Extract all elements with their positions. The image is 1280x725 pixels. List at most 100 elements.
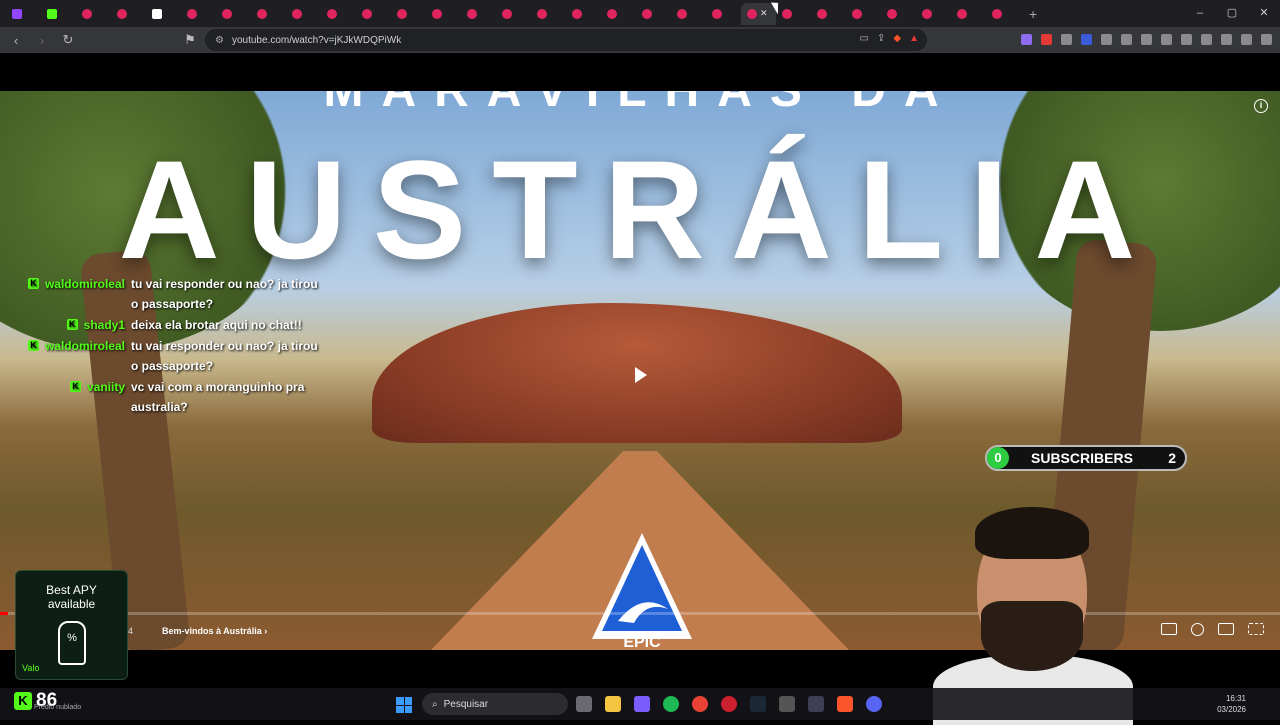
window-controls: – ▢ ✕ <box>1184 0 1280 27</box>
chat-text: vc vai com a moranguinho pra australia? <box>131 380 305 414</box>
close-window-button[interactable]: ✕ <box>1248 0 1280 27</box>
browser-tab[interactable] <box>251 3 286 25</box>
file-explorer-icon[interactable] <box>605 696 621 712</box>
back-arrow-icon[interactable]: ‹ <box>6 33 26 48</box>
browser-tab[interactable] <box>671 3 706 25</box>
app-grid-icon[interactable] <box>634 696 650 712</box>
browser-tab[interactable] <box>111 3 146 25</box>
discord-icon[interactable] <box>866 696 882 712</box>
steam-icon[interactable] <box>750 696 766 712</box>
youtube-favicon-icon <box>887 8 897 19</box>
browser-tab[interactable] <box>426 3 461 25</box>
browser-toolbar: ‹ › ↻ ⚑ ⚙ youtube.com/watch?v=jKJkWDQPiW… <box>0 27 1280 53</box>
leo-ai-icon[interactable] <box>1221 34 1232 45</box>
kick-badge-icon: K <box>69 381 81 392</box>
browser-tab[interactable] <box>41 3 76 25</box>
bookmark-icon[interactable]: ⚑ <box>180 32 200 48</box>
browser-tab[interactable] <box>531 3 566 25</box>
twitch-favicon-icon <box>12 8 22 19</box>
youtube-favicon-icon <box>502 8 512 19</box>
browser-tab[interactable] <box>391 3 426 25</box>
browser-tab[interactable] <box>566 3 601 25</box>
browser-tab[interactable] <box>461 3 496 25</box>
windows-start-icon[interactable] <box>396 697 412 713</box>
chrome-icon[interactable] <box>692 696 708 712</box>
browser-tab[interactable] <box>76 3 111 25</box>
taskbar-clock[interactable]: 16:31 03/2026 <box>1217 693 1246 715</box>
browser-tab[interactable] <box>356 3 391 25</box>
extension-icon[interactable] <box>1101 34 1112 45</box>
browser-tab[interactable] <box>951 3 986 25</box>
chapter-title[interactable]: Bem-vindos à Austrália › <box>162 626 267 636</box>
vpn-icon[interactable] <box>1241 34 1252 45</box>
browser-tab[interactable] <box>601 3 636 25</box>
browser-tab[interactable] <box>496 3 531 25</box>
opera-icon[interactable] <box>721 696 737 712</box>
url-text: youtube.com/watch?v=jKJkWDQPiWk <box>231 34 402 46</box>
youtube-favicon-icon <box>957 8 967 19</box>
menu-icon[interactable] <box>1261 34 1272 45</box>
extension-icon[interactable] <box>1021 34 1032 45</box>
play-icon[interactable] <box>628 363 652 387</box>
browser-tab[interactable] <box>321 3 356 25</box>
theater-mode-icon[interactable] <box>1218 623 1234 635</box>
browser-tab[interactable] <box>881 3 916 25</box>
browser-tab[interactable] <box>776 3 811 25</box>
media-icon[interactable] <box>1161 34 1172 45</box>
wallet-icon[interactable] <box>1201 34 1212 45</box>
browser-tab[interactable] <box>811 3 846 25</box>
app-icon[interactable] <box>808 696 824 712</box>
browser-tab[interactable] <box>146 3 181 25</box>
forward-arrow-icon[interactable]: › <box>32 33 52 48</box>
reload-icon[interactable]: ↻ <box>58 32 78 48</box>
extension-icon[interactable] <box>1041 34 1052 45</box>
chat-message: Kwaldomiroleal tu vai responder ou nao? … <box>20 274 340 314</box>
maximize-button[interactable]: ▢ <box>1216 0 1248 27</box>
youtube-favicon-icon <box>432 8 442 19</box>
svg-text:EPIC: EPIC <box>623 634 661 650</box>
address-bar[interactable]: ⚙ youtube.com/watch?v=jKJkWDQPiWk ▭ ⇪ ◆ … <box>205 29 927 51</box>
streamer-hair <box>975 507 1089 559</box>
browser-tab[interactable] <box>181 3 216 25</box>
site-info-icon[interactable]: ⚙ <box>215 35 224 46</box>
browser-tab[interactable] <box>986 3 1021 25</box>
share-icon[interactable]: ⇪ <box>877 33 885 44</box>
browser-tab[interactable] <box>636 3 671 25</box>
browser-tab[interactable] <box>6 3 41 25</box>
youtube-favicon-icon <box>607 8 617 19</box>
subscribers-widget: 0 SUBSCRIBERS 2 <box>985 445 1187 471</box>
weather-text: Prédio nublado <box>34 704 82 711</box>
browser-tab[interactable] <box>916 3 951 25</box>
task-view-icon[interactable] <box>576 696 592 712</box>
sidebar-icon[interactable] <box>1181 34 1192 45</box>
brave-rewards-icon[interactable]: ▲ <box>909 33 919 44</box>
minimize-button[interactable]: – <box>1184 0 1216 27</box>
youtube-favicon-icon <box>257 8 267 19</box>
extension-icon[interactable] <box>1061 34 1072 45</box>
app-icon[interactable] <box>779 696 795 712</box>
brave-icon[interactable] <box>837 696 853 712</box>
browser-tab-strip: ✕ + – ▢ ✕ <box>0 0 1280 27</box>
youtube-favicon-icon <box>817 8 827 19</box>
fullscreen-icon[interactable] <box>1248 623 1264 635</box>
info-icon[interactable]: i <box>1254 99 1268 113</box>
browser-tab[interactable] <box>706 3 741 25</box>
close-tab-icon[interactable]: ✕ <box>760 8 768 19</box>
new-tab-button[interactable]: + <box>1029 6 1037 22</box>
settings-gear-icon[interactable] <box>1191 623 1204 636</box>
youtube-favicon-icon <box>992 8 1002 19</box>
extension-icon[interactable] <box>1081 34 1092 45</box>
cast-icon[interactable]: ▭ <box>860 33 869 44</box>
taskbar-search[interactable]: ⌕ Pesquisar <box>422 693 568 715</box>
spotify-icon[interactable] <box>663 696 679 712</box>
browser-tab[interactable] <box>846 3 881 25</box>
browser-tab[interactable] <box>286 3 321 25</box>
browser-tab-active[interactable]: ✕ <box>741 2 776 25</box>
browser-tab[interactable] <box>216 3 251 25</box>
brave-shields-icon[interactable]: ◆ <box>893 33 901 44</box>
video-title-main: AUSTRÁLIA <box>118 131 1162 288</box>
puzzle-extensions-icon[interactable] <box>1121 34 1132 45</box>
chat-username: waldomiroleal <box>44 339 125 353</box>
tab-search-icon[interactable] <box>1141 34 1152 45</box>
chevron-right-icon: › <box>264 626 268 636</box>
